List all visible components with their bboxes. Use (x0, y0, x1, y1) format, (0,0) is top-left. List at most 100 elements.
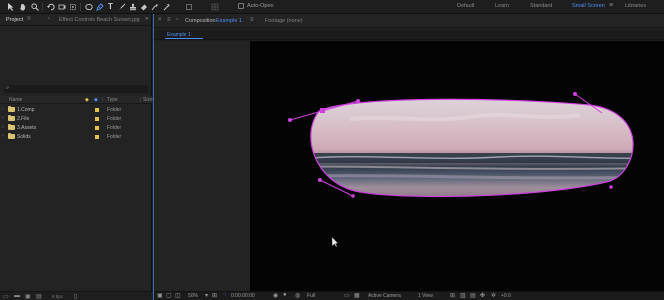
workspace-libraries[interactable]: Libraries (625, 3, 646, 9)
sort-column-icon[interactable]: ◆ (94, 97, 98, 103)
type-tool-icon[interactable]: T (106, 2, 115, 11)
snap-grid-icon[interactable] (210, 2, 219, 11)
orbit-camera-tool-icon[interactable] (57, 2, 66, 11)
roto-brush-tool-icon[interactable] (150, 2, 159, 11)
new-composition-icon[interactable]: ▣ (25, 293, 31, 300)
panel-menu-icon[interactable]: ≡ (27, 16, 31, 22)
always-preview-icon[interactable]: ▣ (157, 292, 163, 299)
label-color-swatch[interactable] (95, 108, 99, 112)
list-item[interactable]: › 1.Comp Folder (0, 106, 152, 114)
rotation-tool-icon[interactable] (46, 2, 55, 11)
timecode[interactable]: 0:00:00:00 (231, 293, 255, 299)
snapping-toggle-icon[interactable] (184, 2, 193, 11)
camera-select[interactable]: Active Camera (368, 293, 401, 299)
safe-margins-icon[interactable]: ⊞ (212, 292, 217, 299)
new-folder-icon[interactable]: ▬ (14, 293, 20, 299)
column-divider (140, 97, 141, 103)
project-settings-icon[interactable]: ▤ (36, 293, 42, 300)
workspace-default[interactable]: Default (457, 3, 474, 9)
project-search-input[interactable]: ⌕ (4, 85, 148, 93)
region-icon[interactable]: ◫ (175, 292, 181, 299)
checkbox-box[interactable] (238, 3, 244, 9)
tab-footage[interactable]: Footage (none) (265, 18, 303, 24)
item-name: 1.Comp (17, 107, 35, 113)
region-of-interest-icon[interactable]: ▭ (344, 292, 350, 299)
mask-vertex[interactable] (320, 108, 325, 113)
resolution-select[interactable]: Full (307, 293, 315, 299)
close-tab-icon[interactable]: × (158, 17, 162, 23)
mask-canvas (288, 92, 634, 248)
zoom-level[interactable]: 50% (188, 293, 198, 299)
expand-panels-icon[interactable]: » (145, 16, 148, 22)
flowchart-icon[interactable]: ✤ (480, 292, 485, 299)
list-item[interactable]: › 2.File Folder (0, 115, 152, 123)
interpret-footage-icon[interactable]: ▭ (3, 293, 9, 300)
handle-point[interactable] (356, 99, 360, 103)
zoom-tool-icon[interactable] (30, 2, 39, 11)
column-name[interactable]: Name (9, 97, 22, 103)
item-type: Folder (107, 107, 122, 113)
selection-tool-icon[interactable] (6, 2, 15, 11)
workspace-small-screen[interactable]: Small Screen (572, 3, 605, 9)
label-column-icon[interactable]: ◆ (85, 97, 89, 103)
bit-depth-label[interactable]: 8 bpc (52, 294, 63, 299)
auto-open-checkbox[interactable]: Auto-Open (238, 3, 274, 9)
handle-point[interactable] (351, 194, 355, 198)
chevron-down-icon[interactable]: ▾ (205, 292, 208, 299)
handle-point[interactable] (573, 92, 577, 96)
fast-previews-icon[interactable]: ▥ (460, 292, 466, 299)
shape-tool-icon[interactable] (84, 2, 93, 11)
workspace-standard[interactable]: Standard (530, 3, 552, 9)
puppet-tool-icon[interactable] (161, 2, 170, 11)
composition-panel: × ≡ ▫ Composition Example 1 ≡ Footage (n… (153, 14, 664, 300)
composition-viewer[interactable] (250, 41, 664, 291)
project-footer: ▭ ▬ ▣ ▤ 8 bpc ▯ (0, 291, 152, 300)
hand-tool-icon[interactable] (18, 2, 27, 11)
current-time-icon[interactable]: ◌ (223, 292, 227, 298)
snapshot-icon[interactable]: ◉ (273, 292, 278, 299)
handle-point[interactable] (609, 185, 613, 189)
list-item[interactable]: › 3.Assets Folder (0, 124, 152, 132)
handle-point[interactable] (288, 118, 292, 122)
column-size[interactable]: Size (143, 97, 153, 103)
expand-arrow-icon[interactable]: › (2, 115, 4, 121)
folder-icon (8, 133, 15, 139)
lock-icon[interactable]: ▫ (48, 16, 50, 22)
transparency-grid-icon[interactable]: ▦ (354, 292, 360, 299)
pan-behind-tool-icon[interactable] (68, 2, 77, 11)
label-color-swatch[interactable] (95, 126, 99, 130)
exposure-value[interactable]: +0.0 (501, 293, 511, 299)
toggle-pixel-aspect-icon[interactable]: ⊞ (450, 292, 455, 299)
workspace-menu-icon[interactable]: ≡ (609, 2, 613, 9)
tab-effect-controls[interactable]: Effect Controls Beach Sunset.jpg (59, 17, 140, 23)
column-type[interactable]: Type (107, 97, 118, 103)
tab-project[interactable]: Project (6, 17, 23, 23)
expand-arrow-icon[interactable]: › (2, 124, 4, 130)
show-snapshot-icon[interactable]: ● (283, 292, 287, 298)
tab-composition-prefix[interactable]: Composition (185, 18, 216, 24)
pen-tool-icon[interactable] (95, 2, 104, 11)
label-color-swatch[interactable] (95, 117, 99, 121)
delete-icon[interactable]: ▯ (74, 293, 77, 300)
expand-arrow-icon[interactable]: › (2, 133, 4, 139)
folder-icon (8, 115, 15, 121)
handle-point[interactable] (318, 178, 322, 182)
expand-arrow-icon[interactable]: › (2, 106, 4, 112)
eraser-tool-icon[interactable] (139, 2, 148, 11)
item-type: Folder (107, 125, 122, 131)
clone-stamp-tool-icon[interactable] (128, 2, 137, 11)
mask-visibility-icon[interactable]: ▢ (166, 292, 172, 299)
channel-icon[interactable]: ◍ (295, 292, 300, 299)
brush-tool-icon[interactable] (117, 2, 126, 11)
view-layout-select[interactable]: 1 View (418, 293, 433, 299)
project-tabbar: Project ≡ ▫ Effect Controls Beach Sunset… (0, 14, 151, 26)
panel-menu-icon[interactable]: ≡ (167, 17, 171, 23)
tab-composition-name[interactable]: Example 1 (216, 18, 242, 24)
composition-tab-menu-icon[interactable]: ≡ (250, 17, 254, 23)
timeline-icon[interactable]: ▤ (470, 292, 476, 299)
reset-exposure-icon[interactable]: ✲ (491, 292, 496, 299)
label-color-swatch[interactable] (95, 135, 99, 139)
workspace-learn[interactable]: Learn (495, 3, 509, 9)
lock-icon[interactable]: ▫ (176, 17, 178, 23)
list-item[interactable]: › Solids Folder (0, 133, 152, 141)
